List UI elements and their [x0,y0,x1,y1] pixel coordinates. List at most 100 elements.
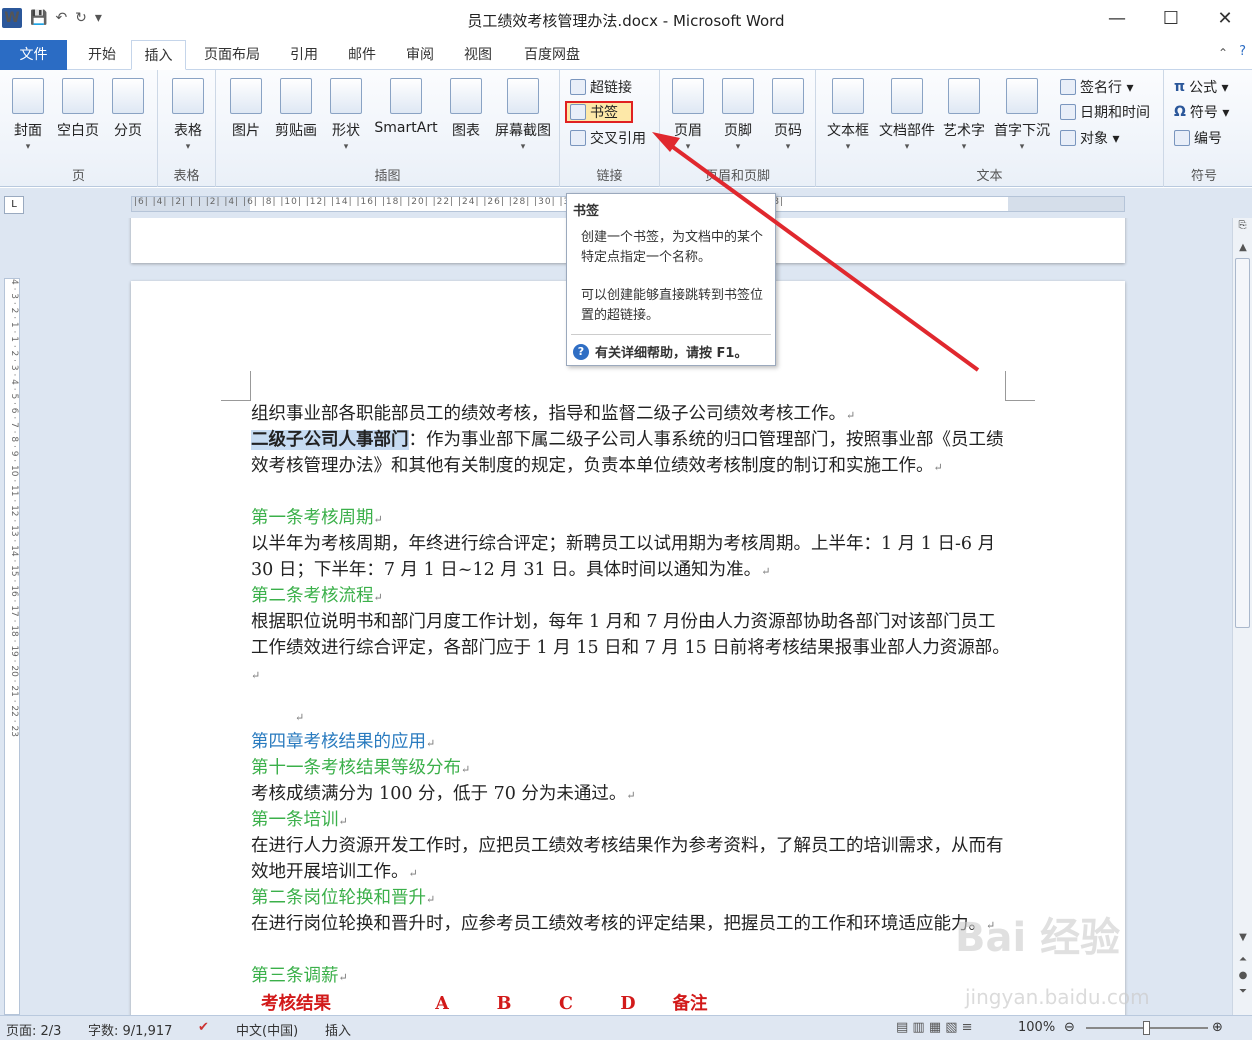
paragraph-5[interactable]: 考核成绩满分为 100 分，低于 70 分为未通过。↵ [251,781,1011,809]
blank-page-button[interactable]: 空白页 [54,78,102,140]
smartart-button[interactable]: SmartArt [370,78,442,136]
vertical-ruler[interactable]: 4 · 3 · 2 · 1 · 1 · 2 · 3 · 4 · 5 · 6 · … [4,278,20,1015]
tab-baidu-netdisk[interactable]: 百度网盘 [514,40,590,70]
heading-salary-adjustment[interactable]: 第三条调薪↵ [251,963,1011,991]
view-mode-icons[interactable]: ▤ ▥ ▦ ▧ ≡ [896,1020,973,1035]
chart-button[interactable]: 图表 [446,78,486,140]
hyperlink-icon [570,79,586,95]
tab-references[interactable]: 引用 [282,40,326,70]
wordart-button[interactable]: 艺术字 ▾ [940,78,988,152]
zoom-level[interactable]: 100% [1018,1020,1055,1035]
pi-icon: π [1174,79,1186,95]
zoom-out-icon[interactable]: ⊖ [1064,1020,1075,1035]
group-header-footer: 页眉 ▾ 页脚 ▾ 页码 ▾ 页眉和页脚 [660,70,816,187]
page-break-button[interactable]: 分页 [108,78,148,140]
group-text: 文本框 ▾ 文档部件 ▾ 艺术字 ▾ 首字下沉 ▾ 签名行 ▾ 日期和时间 对象 ▾ 文… [816,70,1164,187]
language[interactable]: 中文(中国) [236,1020,298,1039]
tab-file[interactable]: 文件 [0,40,67,70]
shapes-button[interactable]: 形状 ▾ [326,78,366,152]
empty-paragraph[interactable]: ↵ [295,705,1055,731]
hyperlink-button[interactable]: 超链接 [570,76,632,98]
ribbon-collapse-icon[interactable]: ⌃ [1218,46,1228,60]
tooltip-body: 创建一个书签，为文档中的某个特定点指定一个名称。 可以创建能够直接跳转到书签位置… [581,230,764,323]
zoom-slider-thumb[interactable] [1143,1021,1150,1035]
date-time-button[interactable]: 日期和时间 [1060,101,1150,123]
cover-page-button[interactable]: 封面 ▾ [8,78,48,152]
maximize-button[interactable]: ☐ [1144,0,1198,38]
cross-reference-icon [570,130,586,146]
group-label-illustrations: 插图 [374,169,401,184]
paragraph-1[interactable]: 组织事业部各职能部员工的绩效考核，指导和监督二级子公司绩效考核工作。↵ [251,401,1011,429]
group-label-text: 文本 [976,169,1003,184]
heading-review-process[interactable]: 第二条考核流程↵ [251,583,1011,611]
screenshot-button[interactable]: 屏幕截图 ▾ [492,78,554,152]
paragraph-4[interactable]: 根据职位说明书和部门月度工作计划，每年 1 月和 7 月份由人力资源部协助各部门… [251,609,1011,689]
text-box-icon [832,78,864,114]
table-button[interactable]: 表格 ▾ [168,78,208,152]
close-button[interactable]: ✕ [1198,0,1252,38]
tab-home[interactable]: 开始 [80,40,124,70]
text-box-button[interactable]: 文本框 ▾ [824,78,872,152]
next-page-icon[interactable]: ⏷ [1233,986,1252,997]
ruler-toggle-icon[interactable]: ⎘ [1235,220,1250,236]
screenshot-icon [507,78,539,114]
picture-button[interactable]: 图片 [226,78,266,140]
tab-selector[interactable]: L [4,196,24,214]
quick-parts-button[interactable]: 文档部件 ▾ [876,78,938,152]
object-button[interactable]: 对象 ▾ [1060,127,1119,149]
status-bar: 页面: 2/3 字数: 9/1,917 ✔ 中文(中国) 插入 ▤ ▥ ▦ ▧ … [0,1015,1252,1040]
help-icon[interactable]: ? [1239,44,1246,59]
word-count[interactable]: 字数: 9/1,917 [88,1020,172,1039]
minimize-button[interactable]: — [1090,0,1144,38]
zoom-in-icon[interactable]: ⊕ [1212,1020,1223,1035]
footer-button[interactable]: 页脚 ▾ [718,78,758,152]
paragraph-7[interactable]: 在进行岗位轮换和晋升时，应参考员工绩效考核的评定结果，把握员工的工作和环境适应能… [251,911,1011,939]
heading-review-cycle[interactable]: 第一条考核周期↵ [251,505,1011,533]
heading-grade-distribution[interactable]: 第十一条考核结果等级分布↵ [251,755,1011,783]
header-icon [672,78,704,114]
tab-review[interactable]: 审阅 [398,40,442,70]
baidu-watermark-url: jingyan.baidu.com [965,985,1150,1009]
heading-rotation-promotion[interactable]: 第二条岗位轮换和晋升↵ [251,885,1011,913]
table-header-row[interactable]: 考核结果 A B C D 备注 [261,991,1021,1015]
chart-icon [450,78,482,114]
page-count[interactable]: 页面: 2/3 [6,1020,61,1039]
tab-insert[interactable]: 插入 [131,40,186,70]
header-button[interactable]: 页眉 ▾ [668,78,708,152]
scroll-down-icon[interactable]: ▼ [1233,932,1252,943]
bookmark-icon [570,104,586,120]
tab-mailings[interactable]: 邮件 [340,40,384,70]
proofing-icon[interactable]: ✔ [198,1020,209,1035]
insert-mode[interactable]: 插入 [325,1020,351,1039]
paragraph-3[interactable]: 以半年为考核周期，年终进行综合评定；新聘员工以试用期为考核周期。上半年：1 月 … [251,531,1011,585]
numbering-button[interactable]: 编号 [1174,127,1222,149]
selected-text[interactable]: 二级子公司人事部门 [251,430,409,450]
bookmark-button[interactable]: 书签 [565,101,633,123]
prev-page-icon[interactable]: ⏶ [1233,954,1252,965]
scroll-up-icon[interactable]: ▲ [1233,242,1252,253]
equation-button[interactable]: π 公式 ▾ [1174,76,1229,98]
cross-reference-button[interactable]: 交叉引用 [570,127,646,149]
group-links: 超链接 书签 交叉引用 链接 [560,70,660,187]
numbering-icon [1174,130,1190,146]
paragraph-2[interactable]: 二级子公司人事部门：作为事业部下属二级子公司人事系统的归口管理部门，按照事业部《… [251,427,1011,481]
footer-icon [722,78,754,114]
vertical-scrollbar[interactable]: ⎘ ▲ ▼ ⏶ ● ⏷ [1232,218,1252,1015]
page-number-button[interactable]: 页码 ▾ [768,78,808,152]
drop-cap-button[interactable]: 首字下沉 ▾ [990,78,1054,152]
signature-line-button[interactable]: 签名行 ▾ [1060,76,1133,98]
wordart-icon [948,78,980,114]
tab-page-layout[interactable]: 页面布局 [196,40,268,70]
paragraph-6[interactable]: 在进行人力资源开发工作时，应把员工绩效考核结果作为参考资料，了解员工的培训需求，… [251,833,1011,887]
browse-object-icon[interactable]: ● [1233,970,1252,981]
symbol-button[interactable]: Ω 符号 ▾ [1174,101,1229,123]
clip-art-button[interactable]: 剪贴画 [272,78,320,140]
scroll-thumb[interactable] [1235,258,1250,628]
object-icon [1060,130,1076,146]
heading-training[interactable]: 第一条培训↵ [251,807,1011,835]
tab-view[interactable]: 视图 [456,40,500,70]
cover-page-icon [12,78,44,114]
heading-chapter-4[interactable]: 第四章考核结果的应用↵ [251,729,1011,757]
clip-art-icon [280,78,312,114]
smartart-icon [390,78,422,114]
